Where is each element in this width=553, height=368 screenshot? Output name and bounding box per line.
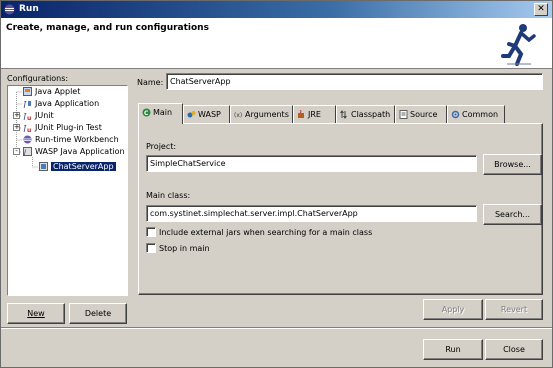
tab-label: Common [462, 110, 499, 119]
tab-label: Classpath [351, 110, 391, 119]
stop-in-main-label: Stop in main [159, 244, 210, 253]
tree-item-java-application[interactable]: J Java Application [23, 99, 99, 109]
tree-item-label: JUnit [35, 111, 54, 120]
tab-label: WASP [198, 110, 221, 119]
tree-item-chatserverapp[interactable]: ChatServerApp [39, 162, 116, 172]
tab-label: Arguments [245, 110, 289, 119]
workbench-icon [23, 135, 32, 144]
tree-item-wasp-java-application[interactable]: J WASP Java Application [23, 147, 125, 157]
window-title: Run [19, 4, 39, 14]
tree-item-label: JUnit Plug-in Test [35, 123, 102, 132]
tab-wasp[interactable]: WASP [183, 105, 230, 123]
close-icon: ✕ [537, 4, 545, 14]
jre-tab-icon [298, 110, 304, 118]
arguments-tab-icon: (x) [234, 112, 242, 119]
browse-button-label: Browse... [494, 160, 531, 169]
close-button[interactable]: Close [485, 339, 543, 360]
source-tab-icon [399, 110, 408, 119]
tree-item-label: Java Application [35, 99, 100, 108]
wasp-java-app-icon: J [23, 147, 32, 156]
eclipse-icon [4, 4, 15, 15]
configurations-tree[interactable]: Java Applet J Java Application + Ju JUnit … [7, 85, 128, 296]
junit-icon: Ju [23, 112, 31, 120]
apply-button[interactable]: Apply [423, 299, 483, 320]
expand-junit-plugin-toggle[interactable]: + [13, 124, 20, 131]
main-tab-icon: C [142, 108, 151, 117]
expand-junit-toggle[interactable]: + [13, 112, 20, 119]
name-label: Name: [137, 78, 164, 87]
wasp-tab-icon [187, 111, 196, 118]
tab-label: Source [410, 110, 438, 119]
include-external-label: Include external jars when searching for… [159, 228, 373, 237]
svg-text:u: u [27, 127, 31, 132]
svg-text:J: J [23, 100, 27, 108]
tree-item-label: Java Applet [35, 87, 81, 96]
name-input[interactable]: ChatServerApp [166, 73, 543, 90]
tree-item-junit-plugin-test[interactable]: Ju JUnit Plug-in Test [23, 123, 102, 133]
title-bar[interactable]: Run ✕ [1, 1, 552, 18]
config-icon [39, 162, 48, 171]
browse-button[interactable]: Browse... [483, 154, 542, 175]
tree-item-runtime-workbench[interactable]: Run-time Workbench [23, 135, 119, 145]
main-class-input[interactable]: com.systinet.simplechat.server.impl.Chat… [146, 205, 477, 222]
run-dialog: Run ✕ Create, manage, and run configurat… [0, 0, 553, 368]
java-applet-icon [23, 87, 32, 96]
tab-common[interactable]: Common [447, 105, 505, 123]
junit-plugin-icon: Ju [23, 124, 31, 132]
stop-in-main-checkbox[interactable] [146, 243, 156, 253]
include-external-checkbox[interactable] [146, 227, 156, 237]
tree-item-java-applet[interactable]: Java Applet [23, 87, 80, 97]
delete-button[interactable]: Delete [69, 303, 127, 324]
close-window-button[interactable]: ✕ [534, 3, 548, 16]
apply-button-label: Apply [441, 305, 465, 314]
collapse-wasp-toggle[interactable]: - [13, 148, 20, 155]
tab-label: Main [153, 108, 173, 117]
tab-classpath[interactable]: Classpath [336, 105, 395, 123]
common-tab-icon [451, 110, 460, 119]
svg-text:u: u [27, 115, 31, 120]
new-button[interactable]: New [7, 303, 65, 324]
svg-text:J: J [23, 149, 26, 157]
tab-label: JRE [308, 110, 321, 119]
svg-text:C: C [144, 110, 149, 117]
running-man-icon [501, 24, 536, 66]
header-title: Create, manage, and run configurations [6, 23, 209, 33]
new-button-label: New [27, 309, 45, 318]
footer-separator [1, 327, 552, 329]
search-button-label: Search... [494, 210, 531, 219]
tab-arguments[interactable]: (x) Arguments [230, 105, 293, 123]
revert-button[interactable]: Revert [485, 299, 543, 320]
tree-item-label: Run-time Workbench [35, 135, 119, 144]
search-button[interactable]: Search... [483, 204, 542, 225]
run-button-label: Run [445, 345, 461, 354]
tab-main[interactable]: C Main [138, 103, 183, 124]
java-application-icon: J [23, 100, 31, 108]
close-button-label: Close [503, 345, 525, 354]
main-tab-panel: Project: SimpleChatService Browse... Mai… [138, 123, 543, 295]
run-button[interactable]: Run [423, 339, 483, 360]
project-input[interactable]: SimpleChatService [146, 155, 477, 172]
tab-source[interactable]: Source [395, 105, 447, 123]
svg-text:(x): (x) [234, 112, 242, 119]
tab-jre[interactable]: JRE [293, 105, 336, 123]
revert-button-label: Revert [500, 305, 528, 314]
tree-item-junit[interactable]: Ju JUnit [23, 111, 54, 121]
classpath-tab-icon [340, 110, 347, 119]
dialog-header: Create, manage, and run configurations [1, 18, 552, 69]
configurations-label: Configurations: [7, 74, 69, 83]
project-label: Project: [146, 142, 177, 151]
main-class-label: Main class: [146, 191, 191, 200]
delete-button-label: Delete [84, 309, 112, 318]
tree-item-label: ChatServerApp [51, 162, 116, 171]
tree-item-label: WASP Java Application [35, 147, 125, 156]
